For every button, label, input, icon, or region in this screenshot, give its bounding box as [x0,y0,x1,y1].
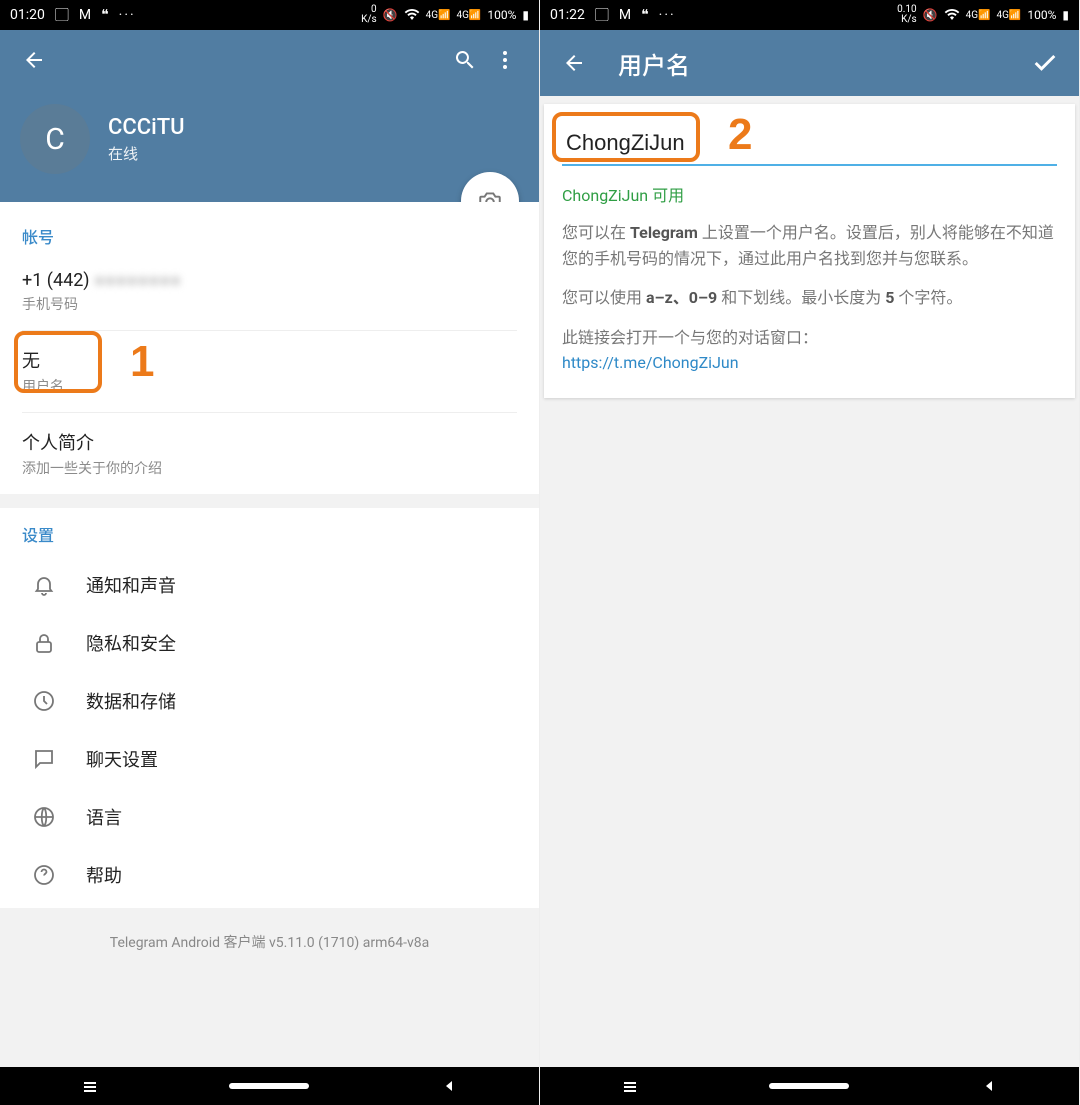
profile-name: CCCiTU [108,115,185,140]
back-button[interactable] [14,40,54,80]
nav-back[interactable] [399,1077,499,1095]
battery-text: 100% [487,8,516,22]
phone-hidden: ●●●●●●●● [94,270,181,291]
nav-bar [540,1067,1079,1105]
username-value: 无 [22,347,517,373]
gallery-icon: ▢ [55,5,69,25]
settings-section: 设置 通知和声音 隐私和安全 数据和存 [0,508,539,908]
settings-item-label: 语言 [86,804,122,830]
appbar-title: 用户名 [618,46,690,81]
status-bar: 01:22 ▢ M ❝ ··· 0.10 K/s 🔇 4G📶 4G📶 100% … [540,0,1079,30]
account-title: 帐号 [22,224,517,248]
settings-item-data[interactable]: 数据和存储 [22,672,517,730]
more-notif-icon: ··· [119,7,136,23]
gallery-icon: ▢ [595,5,609,25]
account-section: 帐号 +1 (442) ●●●●●●●● 手机号码 无 用户名 1 [0,202,539,494]
hangouts-icon: ❝ [641,7,649,23]
confirm-button[interactable] [1025,43,1065,83]
nav-recents[interactable] [580,1077,680,1095]
status-bar: 01:20 ▢ M ❝ ··· 0 K/s 🔇 4G📶 4G📶 100% ▮ [0,0,539,30]
battery-icon: ▮ [1062,8,1069,22]
version-text: Telegram Android 客户端 v5.11.0 (1710) arm6… [0,908,539,1067]
back-button[interactable] [554,43,594,83]
settings-item-notifications[interactable]: 通知和声音 [22,556,517,614]
signal-icon: 4G📶 [426,10,451,21]
wifi-icon [404,8,420,23]
profile-status: 在线 [108,143,185,164]
chat-icon [30,747,58,771]
nav-home[interactable] [759,1077,859,1095]
hangouts-icon: ❝ [101,7,109,23]
mute-icon: 🔇 [383,8,398,22]
signal-icon-2: 4G📶 [996,10,1021,21]
status-time: 01:20 [10,7,45,23]
battery-text: 100% [1027,8,1056,22]
username-desc-2: 您可以使用 a–z、0–9 和下划线。最小长度为 5 个字符。 [562,285,1057,311]
divider [22,412,517,413]
phone-value: +1 (442) [22,270,90,291]
battery-icon: ▮ [522,8,529,22]
bio-row[interactable]: 个人简介 添加一些关于你的介绍 [22,417,517,490]
settings-item-language[interactable]: 语言 [22,788,517,846]
help-icon [30,863,58,887]
settings-item-privacy[interactable]: 隐私和安全 [22,614,517,672]
bio-label: 添加一些关于你的介绍 [22,458,517,478]
more-button[interactable] [485,40,525,80]
nav-back[interactable] [939,1077,1039,1095]
status-time: 01:22 [550,7,585,23]
bio-value: 个人简介 [22,429,517,455]
username-desc-1: 您可以在 Telegram 上设置一个用户名。设置后，别人将能够在不知道您的手机… [562,220,1057,271]
settings-item-label: 隐私和安全 [86,630,176,656]
globe-icon [30,805,58,829]
divider [22,330,517,331]
signal-icon-2: 4G📶 [456,10,481,21]
app-bar: 用户名 [540,30,1079,96]
clock-icon [30,689,58,713]
app-bar [0,30,539,90]
phone-left: 01:20 ▢ M ❝ ··· 0 K/s 🔇 4G📶 4G📶 100% ▮ [0,0,540,1105]
phone-row[interactable]: +1 (442) ●●●●●●●● 手机号码 [22,258,517,326]
lock-icon [30,631,58,655]
avatar[interactable]: C [20,104,90,174]
section-gap [0,494,539,508]
nav-home[interactable] [219,1077,319,1095]
mail-icon: M [79,7,91,23]
username-link[interactable]: https://t.me/ChongZiJun [562,353,739,372]
mute-icon: 🔇 [923,8,938,22]
username-label: 用户名 [22,376,517,396]
phone-right: 01:22 ▢ M ❝ ··· 0.10 K/s 🔇 4G📶 4G📶 100% … [540,0,1080,1105]
nav-bar [0,1067,539,1105]
net-speed: 0.10 K/s [897,5,917,25]
phone-label: 手机号码 [22,294,517,314]
settings-item-chat[interactable]: 聊天设置 [22,730,517,788]
username-available: ChongZiJun 可用 [562,182,1057,206]
more-notif-icon: ··· [659,7,676,23]
username-row[interactable]: 无 用户名 1 [22,335,517,408]
settings-item-help[interactable]: 帮助 [22,846,517,904]
bell-icon [30,573,58,597]
username-card: 2 ChongZiJun 可用 您可以在 Telegram 上设置一个用户名。设… [544,104,1075,398]
signal-icon: 4G📶 [966,10,991,21]
net-speed: 0 K/s [361,5,377,25]
mail-icon: M [619,7,631,23]
settings-item-label: 数据和存储 [86,688,176,714]
settings-item-label: 通知和声音 [86,572,176,598]
profile-header: C CCCiTU 在线 [0,90,539,202]
username-desc-3: 此链接会打开一个与您的对话窗口： https://t.me/ChongZiJun [562,325,1057,376]
wifi-icon [944,8,960,23]
nav-recents[interactable] [40,1077,140,1095]
settings-item-label: 帮助 [86,862,122,888]
settings-title: 设置 [22,522,517,546]
search-button[interactable] [445,40,485,80]
username-input[interactable] [562,124,1057,166]
settings-item-label: 聊天设置 [86,746,158,772]
